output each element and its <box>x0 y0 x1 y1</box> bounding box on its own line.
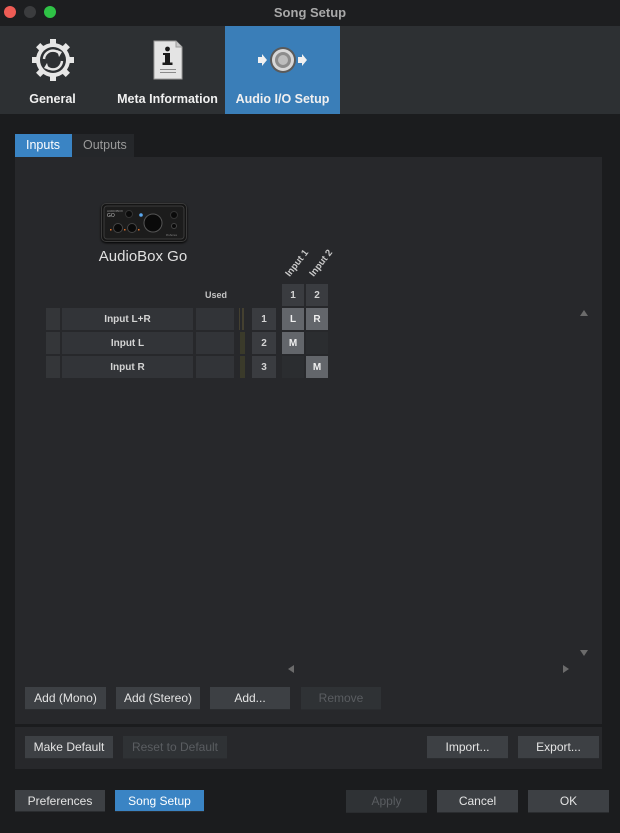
scroll-left-arrow-icon[interactable] <box>288 665 294 673</box>
channel-number: 2 <box>252 332 276 354</box>
routing-cell[interactable]: R <box>306 308 328 330</box>
toolbar-item-meta-information[interactable]: Meta Information <box>110 26 225 114</box>
reset-to-default-button[interactable]: Reset to Default <box>123 736 227 759</box>
audio-io-speaker-icon <box>257 47 307 73</box>
window-title: Song Setup <box>273 5 347 20</box>
toolbar-item-label: General <box>29 92 76 106</box>
used-column-header: Used <box>204 290 227 300</box>
make-default-button[interactable]: Make Default <box>25 736 113 759</box>
routing-cell[interactable] <box>306 332 328 354</box>
channel-used <box>196 308 234 330</box>
row-select-handle[interactable] <box>46 308 60 330</box>
song-setup-button[interactable]: Song Setup <box>115 790 204 812</box>
add-stereo-button[interactable]: Add (Stereo) <box>116 687 200 710</box>
add-mono-button[interactable]: Add (Mono) <box>25 687 106 710</box>
channel-used <box>196 356 234 378</box>
channel-number: 1 <box>252 308 276 330</box>
audiobox-go-device-image: AUDIOBOX GO PreSonus <box>101 203 187 242</box>
info-document-icon <box>153 40 182 80</box>
toolbar-item-general[interactable]: General <box>0 26 105 114</box>
channel-name[interactable]: Input R <box>62 356 193 378</box>
routing-cell[interactable]: M <box>306 356 328 378</box>
remove-button[interactable]: Remove <box>301 687 381 710</box>
tab-outputs[interactable]: Outputs <box>72 134 134 157</box>
column-number-1: 1 <box>282 284 304 306</box>
add-button[interactable]: Add... <box>210 687 290 710</box>
io-tabs: Inputs Outputs <box>15 134 134 157</box>
import-button[interactable]: Import... <box>427 736 508 759</box>
level-meter <box>239 308 244 330</box>
tab-inputs[interactable]: Inputs <box>15 134 72 157</box>
routing-cell[interactable]: L <box>282 308 304 330</box>
routing-cell[interactable] <box>282 356 304 378</box>
apply-button[interactable]: Apply <box>346 790 427 813</box>
channel-used <box>196 332 234 354</box>
cancel-button[interactable]: Cancel <box>437 790 518 813</box>
device-name: AudioBox Go <box>98 248 188 265</box>
scroll-down-arrow-icon[interactable] <box>580 650 588 656</box>
scroll-right-arrow-icon[interactable] <box>563 665 569 673</box>
ok-button[interactable]: OK <box>528 790 609 813</box>
channel-name[interactable]: Input L+R <box>62 308 193 330</box>
column-number-2: 2 <box>306 284 328 306</box>
level-meter <box>240 332 245 354</box>
channel-name[interactable]: Input L <box>62 332 193 354</box>
svg-text:GO: GO <box>107 213 115 219</box>
row-select-handle[interactable] <box>46 332 60 354</box>
toolbar-item-label: Audio I/O Setup <box>235 92 330 106</box>
gear-refresh-icon <box>31 39 74 81</box>
title-bar: Song Setup <box>0 0 620 26</box>
svg-text:PreSonus: PreSonus <box>166 234 178 237</box>
channel-number: 3 <box>252 356 276 378</box>
inputs-panel <box>15 157 602 724</box>
scroll-up-arrow-icon[interactable] <box>580 310 588 316</box>
level-meter <box>240 356 245 378</box>
row-select-handle[interactable] <box>46 356 60 378</box>
routing-cell[interactable]: M <box>282 332 304 354</box>
toolbar-item-audio-io-setup[interactable]: Audio I/O Setup <box>225 26 340 114</box>
setup-toolbar: General Meta Information Audio I/O Setup <box>0 26 620 114</box>
toolbar-item-label: Meta Information <box>117 92 218 106</box>
preferences-button[interactable]: Preferences <box>15 790 105 812</box>
export-button[interactable]: Export... <box>518 736 599 759</box>
